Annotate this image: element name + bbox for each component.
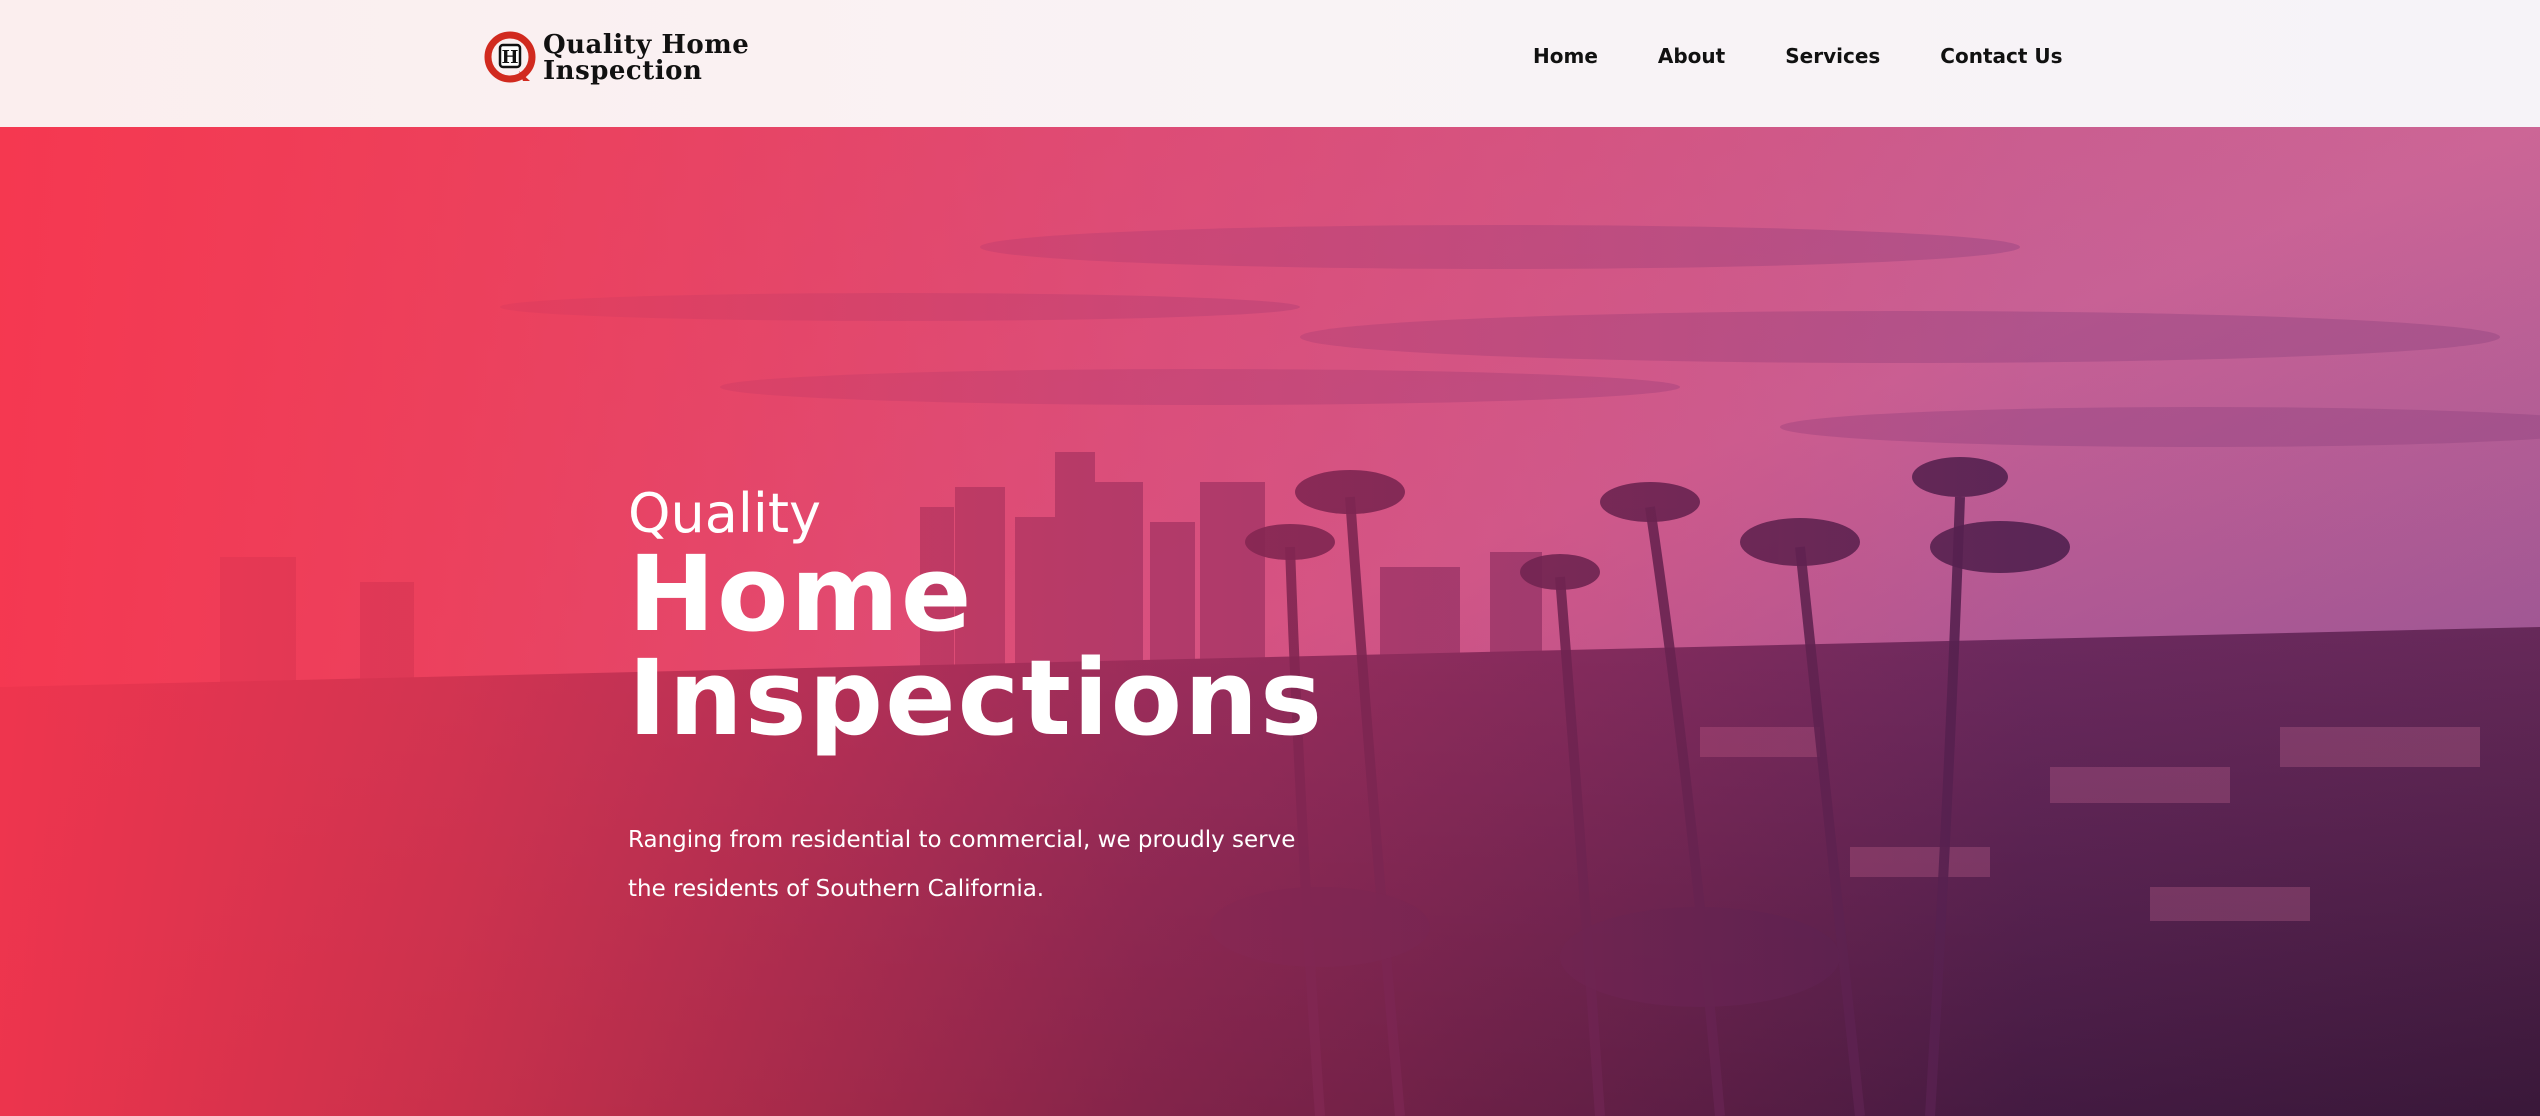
brand-logo[interactable]: H Quality Home Inspection [483, 30, 749, 86]
main-nav: Home About Services Contact Us [1533, 44, 2063, 68]
nav-home[interactable]: Home [1533, 44, 1598, 68]
hero-content: Quality Home Inspections Ranging from re… [628, 484, 1324, 914]
brand-line-2: Inspection [543, 56, 703, 86]
nav-services[interactable]: Services [1785, 44, 1880, 68]
hero-section: Quality Home Inspections Ranging from re… [0, 127, 2540, 1116]
logo-badge-icon: H [483, 31, 537, 85]
hero-title-line-2: Inspections [628, 637, 1325, 759]
hero-title-line-1: Home [628, 533, 974, 655]
site-header: H Quality Home Inspection Home About Ser… [0, 0, 2540, 127]
hero-title: Home Inspections [628, 542, 1324, 750]
hero-description: Ranging from residential to commercial, … [628, 827, 1296, 902]
brand-name: Quality Home Inspection [543, 32, 749, 84]
nav-contact-us[interactable]: Contact Us [1940, 44, 2062, 68]
nav-about[interactable]: About [1658, 44, 1725, 68]
brand-line-1: Quality Home [543, 30, 750, 60]
svg-text:H: H [501, 47, 518, 68]
